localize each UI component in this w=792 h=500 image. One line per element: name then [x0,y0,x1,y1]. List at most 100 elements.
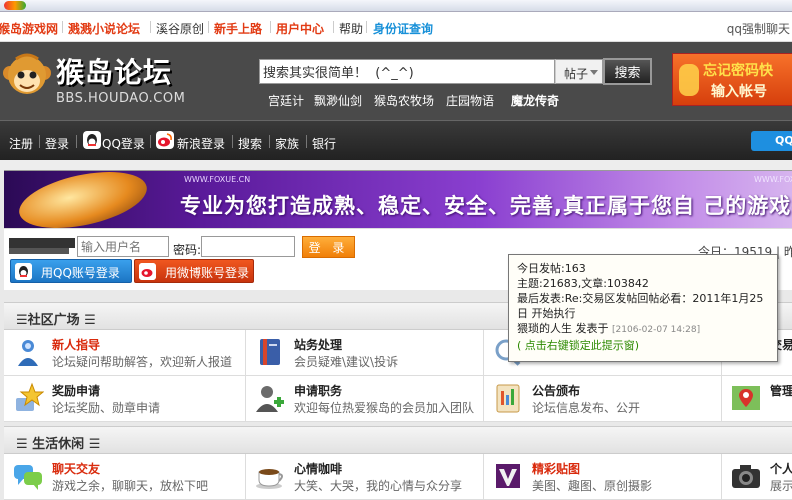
award-star-icon [16,382,44,411]
forum-announcements[interactable]: 公告颁布 论坛信息发布、公开 [484,376,722,422]
tooltip-author-line: 猥琐的人生 发表于 [2106-02-07 14:28] [517,321,769,338]
password-input[interactable] [201,236,295,257]
forum-desc: 论坛疑问帮助解答，欢迎新人报道 [52,355,233,369]
forum-job-application[interactable]: 申请职务 欢迎每位热爱猴岛的会员加入团队 [246,376,484,422]
search-input[interactable] [259,59,555,84]
forum-name: 管理 [770,384,792,398]
forum-name: 站务处理 [294,338,343,352]
key-icon [679,64,699,96]
hotlink-piaomiao[interactable]: 飘渺仙剑 [314,92,362,109]
weibo-login-button[interactable]: 用微博账号登录 [134,259,254,283]
camera-icon [732,465,760,488]
forum-mood-cafe[interactable]: 心情咖啡 大笑、大哭，我的心情与众分享 [246,454,484,500]
tooltip-author[interactable]: 猥琐的人生 发表于 [517,322,609,335]
avatar [9,238,75,248]
ad-line-2: 输入帐号 [711,84,767,100]
forum-desc: 论坛奖励、勋章申请 [52,401,161,415]
forum-pictures[interactable]: 精彩贴图 美图、趣图、原创摄影 [484,454,722,500]
banner-site-right: WWW.FOXUE [754,175,792,184]
link-xigu[interactable]: 溪谷原创 [156,20,204,37]
hotlink-manor[interactable]: 庄园物语 [446,92,494,109]
browser-back-icon[interactable] [4,1,26,10]
section-title: ☰社区广场 ☰ [16,313,96,328]
ad-banner[interactable]: WWW.FOXUE.CN 专业为您打造成熟、稳定、安全、完善,真正属于您自 己的… [4,170,792,228]
divider [150,135,151,148]
link-user-center[interactable]: 用户中心 [276,20,324,37]
hotlink-molong[interactable]: 魔龙传奇 [511,92,559,109]
search-scope-label: 帖子 [564,67,589,81]
hotlink-farm[interactable]: 猴岛农牧场 [374,92,434,109]
qq-penguin-icon [15,263,32,280]
forum-chat-friends[interactable]: 聊天交友 游戏之余，聊聊天，放松下吧 [4,454,246,500]
announcement-board-icon [496,384,520,413]
forum-management[interactable]: 管理 [722,376,792,422]
book-icon [260,339,280,365]
banner-site-left: WWW.FOXUE.CN [184,175,251,184]
search-button[interactable]: 搜索 [603,58,652,85]
nav-search[interactable]: 搜索 [238,135,262,152]
nav-register[interactable]: 注册 [9,135,33,152]
tooltip-last-post[interactable]: 最后发表:Re:交易区发帖回帖必看：2011年1月25日 开始执行 [517,291,769,321]
ad-line-1: 忘记密码快 [703,63,773,79]
forum-desc: 会员疑难\建议\投诉 [294,355,399,369]
divider [270,21,271,33]
divider [306,135,307,148]
tooltip-topics: 主题:21683,文章:103842 [517,277,649,290]
hotlink-gongting[interactable]: 宫廷计 [268,92,304,109]
forum-newbie-guide[interactable]: 新人指导 论坛疑问帮助解答，欢迎新人报道 [4,330,246,376]
forum-desc: 欢迎每位热爱猴岛的会员加入团队 [294,401,475,415]
nav-family[interactable]: 家族 [275,135,299,152]
divider [76,135,77,148]
forum-personal[interactable]: 个人 展示 [722,454,792,500]
top-links-bar: 猴岛游戏网 溅溅小说论坛 溪谷原创 新手上路 用户中心 帮助 身份证查询 qq强… [0,12,792,42]
nav-qq-login[interactable]: QQ登录 [102,135,145,152]
divider [150,21,151,33]
nav-sina-login[interactable]: 新浪登录 [177,135,225,152]
link-help[interactable]: 帮助 [339,20,363,37]
forum-award-application[interactable]: 奖励申请 论坛奖励、勋章申请 [4,376,246,422]
qq-login-button[interactable]: 用QQ账号登录 [10,259,132,283]
banner-tagline: 专业为您打造成熟、稳定、安全、完善,真正属于您自 己的游戏平 [180,194,792,218]
tooltip-today-posts: 今日发帖:163 [517,262,586,275]
weibo-icon [139,263,156,280]
tooltip-lock-hint[interactable]: ( 点击右键锁定此提示窗) [517,338,769,353]
link-id-lookup[interactable]: 身份证查询 [373,20,433,37]
divider [269,135,270,148]
divider [208,21,209,33]
password-label: 密码: [173,243,202,257]
divider [232,135,233,148]
site-logo[interactable]: 猴岛论坛 BBS.HOUDAO.COM [0,47,185,111]
divider [39,135,40,148]
link-newbie[interactable]: 新手上路 [214,20,262,37]
qq-service-badge[interactable]: QQ [751,131,792,151]
divider [333,21,334,33]
login-button[interactable]: 登 录 [302,236,355,258]
nav-login[interactable]: 登录 [45,135,69,152]
coffee-cup-icon [256,469,283,489]
link-novel-forum[interactable]: 溅溅小说论坛 [68,20,140,37]
forum-name: 申请职务 [294,384,343,398]
forum-name: 个人 [770,462,792,476]
forum-name: 聊天交友 [52,462,101,476]
forum-name: 心情咖啡 [294,462,343,476]
add-user-icon [256,386,284,412]
forum-site-affairs[interactable]: 站务处理 会员疑难\建议\投诉 [246,330,484,376]
search-scope-select[interactable]: 帖子 [555,59,603,84]
section-header-lifestyle[interactable]: ☰ 生活休闲 ☰ [4,426,792,454]
forum-name: 公告颁布 [532,384,581,398]
qq-chat-link[interactable]: qq强制聊天 [727,20,790,37]
forgot-password-ad[interactable]: 忘记密码快 输入帐号 [672,53,792,106]
username-input[interactable] [77,236,169,257]
link-houdao-game[interactable]: 猴岛游戏网 [0,20,58,37]
section-title: ☰ 生活休闲 ☰ [16,437,101,452]
forum-desc: 美图、趣图、原创摄影 [532,479,653,493]
chevron-down-icon [590,70,598,75]
map-pin-icon [732,386,760,410]
spacer [0,160,792,170]
avatar-caption [9,248,69,254]
logo-title: 猴岛论坛 [56,56,173,89]
forum-desc: 大笑、大哭，我的心情与众分享 [294,479,463,493]
nav-bank[interactable]: 银行 [312,135,336,152]
divider [366,21,367,33]
monkey-mascot-icon [3,53,51,94]
